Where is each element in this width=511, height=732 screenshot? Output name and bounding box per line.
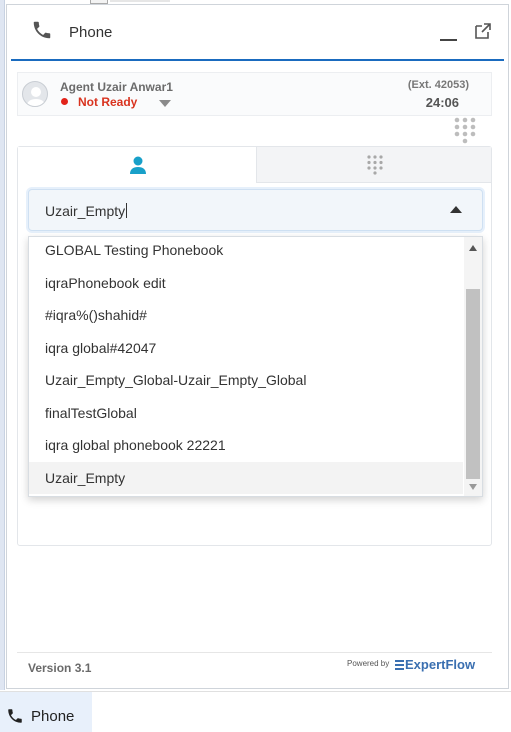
- taskbar: Phone: [0, 691, 511, 732]
- expertflow-logo: ExpertFlow: [395, 657, 475, 672]
- taskbar-phone-button[interactable]: Phone: [0, 692, 92, 732]
- dropdown-scrollbar[interactable]: [464, 237, 482, 496]
- dropdown-option[interactable]: Uzair_Empty_Global-Uzair_Empty_Global: [29, 364, 463, 396]
- scroll-thumb[interactable]: [466, 289, 480, 479]
- widget-title: Phone: [69, 24, 113, 41]
- agent-name: Agent Uzair Anwar1: [60, 80, 173, 94]
- dropdown-option[interactable]: iqra global#42047: [29, 332, 463, 364]
- widget-header: Phone: [11, 5, 504, 61]
- background-divider: [110, 0, 170, 2]
- agent-bar: Agent Uzair Anwar1 Not Ready (Ext. 42053…: [17, 72, 492, 116]
- tab-dialpad[interactable]: [256, 147, 491, 183]
- phone-icon: [33, 21, 51, 39]
- dropdown-option[interactable]: #iqra%()shahid#: [29, 299, 463, 331]
- popout-icon[interactable]: [473, 21, 493, 41]
- phonebook-dropdown: GLOBAL Testing Phonebook iqraPhonebook e…: [28, 236, 483, 497]
- scroll-up-icon[interactable]: [469, 245, 477, 251]
- powered-by-label: Powered by: [347, 659, 390, 668]
- minimize-icon[interactable]: [438, 23, 460, 43]
- agent-extension: (Ext. 42053): [407, 79, 469, 91]
- logo-mark-icon: [395, 660, 404, 670]
- dialpad-tab-icon: [367, 155, 383, 175]
- phone-icon: [8, 709, 22, 723]
- phonebook-select[interactable]: Uzair_Empty: [28, 189, 483, 231]
- panel-tabs: [18, 147, 491, 183]
- left-edge-strip: [0, 0, 5, 690]
- dropdown-option[interactable]: GLOBAL Testing Phonebook: [29, 237, 463, 266]
- footer-divider: [17, 652, 492, 653]
- scroll-down-icon[interactable]: [469, 484, 477, 490]
- dialpad-icon[interactable]: [454, 116, 476, 146]
- phonebook-select-value: Uzair_Empty: [45, 203, 128, 219]
- agent-status[interactable]: Not Ready: [78, 95, 137, 109]
- avatar-icon: [22, 81, 48, 107]
- tab-contacts[interactable]: [18, 147, 256, 183]
- status-dot: [61, 98, 68, 105]
- dropdown-option[interactable]: iqra global phonebook 22221: [29, 429, 463, 461]
- taskbar-phone-label: Phone: [31, 708, 75, 725]
- contact-icon: [130, 156, 146, 174]
- dropdown-option[interactable]: iqraPhonebook edit: [29, 267, 463, 299]
- status-dropdown-caret-icon[interactable]: [159, 100, 171, 107]
- page: Phone Agent Uzair Anwar1 Not Ready (Ext.…: [0, 0, 511, 732]
- dropdown-option[interactable]: finalTestGlobal: [29, 397, 463, 429]
- version-label: Version 3.1: [28, 661, 92, 675]
- dropdown-option-selected[interactable]: Uzair_Empty: [29, 462, 463, 494]
- agent-timer: 24:06: [425, 95, 459, 110]
- chevron-up-icon[interactable]: [450, 206, 462, 213]
